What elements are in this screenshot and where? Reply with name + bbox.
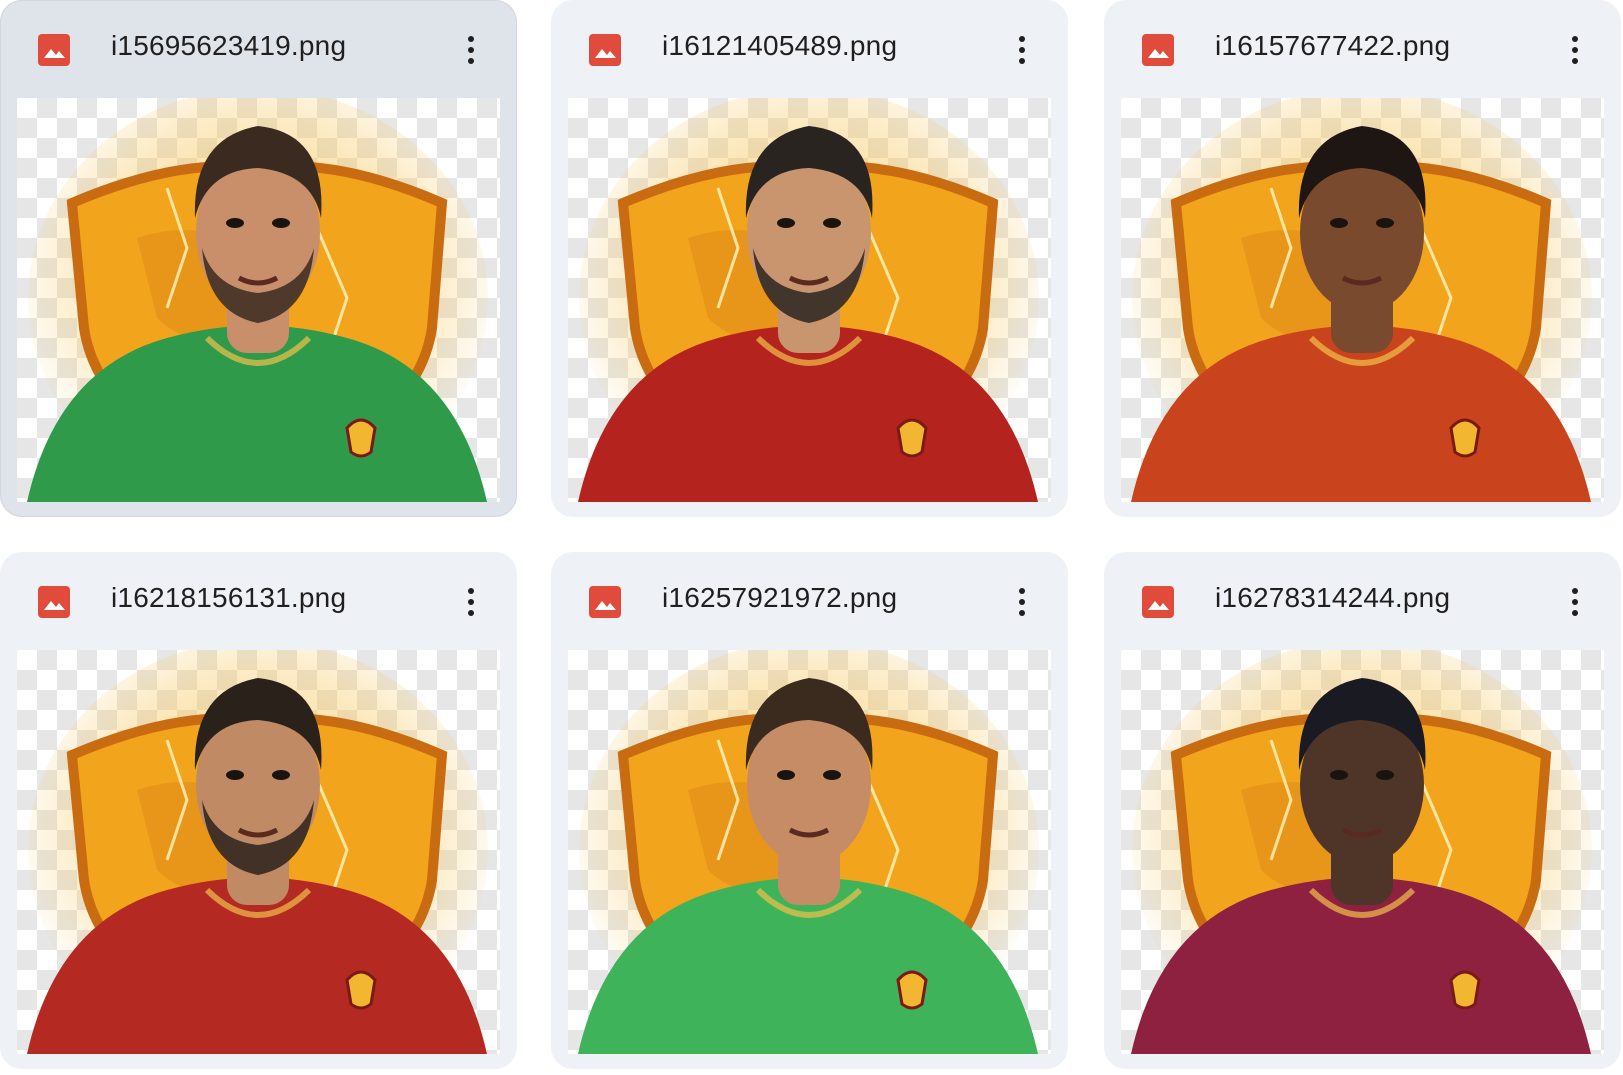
image-thumbnail[interactable] xyxy=(568,98,1051,502)
file-card[interactable]: i16157677422.png xyxy=(1104,0,1621,517)
image-thumbnail[interactable] xyxy=(17,98,500,502)
image-file-icon xyxy=(589,586,621,618)
image-thumbnail[interactable] xyxy=(1121,650,1604,1054)
image-file-icon xyxy=(589,34,621,66)
file-name: i16157677422.png xyxy=(1215,30,1451,61)
image-thumbnail[interactable] xyxy=(1121,98,1604,502)
file-name: i16218156131.png xyxy=(111,582,347,613)
file-name: i15695623419.png xyxy=(111,30,347,61)
file-card[interactable]: i16218156131.png xyxy=(0,552,517,1069)
card-header: i16121405489.png xyxy=(551,0,1068,96)
file-card[interactable]: i16257921972.png xyxy=(551,552,1068,1069)
image-file-icon xyxy=(1142,34,1174,66)
image-file-icon xyxy=(1142,586,1174,618)
file-name: i16121405489.png xyxy=(662,30,898,61)
card-header: i16257921972.png xyxy=(551,552,1068,648)
card-header: i16278314244.png xyxy=(1104,552,1621,648)
card-header: i16157677422.png xyxy=(1104,0,1621,96)
more-vert-icon[interactable] xyxy=(1553,24,1597,76)
file-card[interactable]: i15695623419.png xyxy=(0,0,517,517)
more-vert-icon[interactable] xyxy=(1553,576,1597,628)
image-file-icon xyxy=(38,34,70,66)
image-file-icon xyxy=(38,586,70,618)
more-vert-icon[interactable] xyxy=(449,24,493,76)
more-vert-icon[interactable] xyxy=(1000,24,1044,76)
card-header: i16218156131.png xyxy=(0,552,517,648)
more-vert-icon[interactable] xyxy=(449,576,493,628)
file-card[interactable]: i16278314244.png xyxy=(1104,552,1621,1069)
file-name: i16257921972.png xyxy=(662,582,898,613)
image-thumbnail[interactable] xyxy=(17,650,500,1054)
file-card[interactable]: i16121405489.png xyxy=(551,0,1068,517)
image-thumbnail[interactable] xyxy=(568,650,1051,1054)
more-vert-icon[interactable] xyxy=(1000,576,1044,628)
card-header: i15695623419.png xyxy=(0,0,517,96)
file-name: i16278314244.png xyxy=(1215,582,1451,613)
